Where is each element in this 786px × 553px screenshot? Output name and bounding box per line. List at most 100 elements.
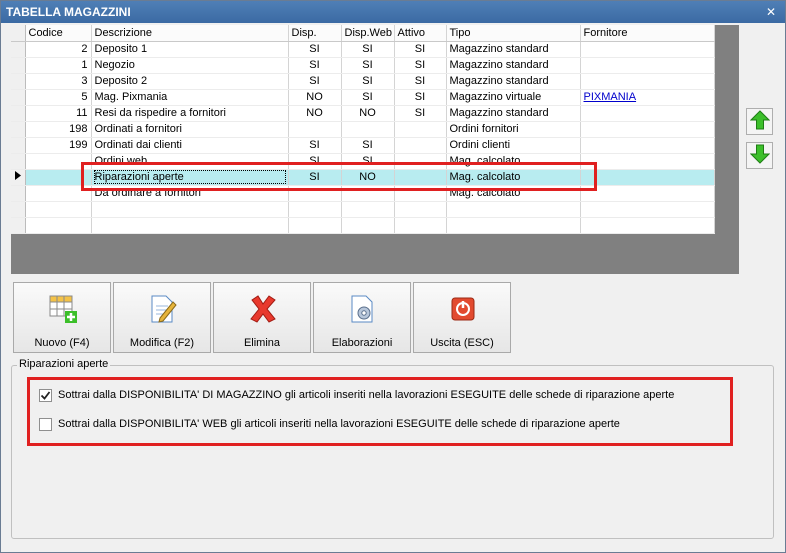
cell-disp-web[interactable]: SI (341, 57, 395, 74)
row-indicator[interactable] (11, 121, 26, 138)
cell-attivo[interactable] (394, 121, 447, 138)
cell-disp[interactable]: SI (288, 73, 342, 90)
cell-disp-web[interactable]: SI (341, 153, 395, 170)
cell-descrizione[interactable]: Deposito 2 (91, 73, 289, 90)
table-row[interactable]: 3 Deposito 2 SI SI SI Magazzino standard (11, 73, 715, 90)
fornitore-link[interactable]: PIXMANIA (584, 91, 637, 103)
cell-codice[interactable]: 1 (25, 57, 92, 74)
cell-disp-web[interactable]: SI (341, 73, 395, 90)
cell-disp[interactable]: SI (288, 169, 342, 186)
option-disponibilita-web[interactable]: Sottrai dalla DISPONIBILITA' WEB gli art… (39, 416, 620, 432)
checkbox-disponibilita-web[interactable] (39, 417, 52, 431)
cell-disp[interactable]: SI (288, 153, 342, 170)
cell-disp-web[interactable]: SI (341, 89, 395, 106)
cell-disp-web[interactable]: SI (341, 41, 395, 58)
cell-attivo[interactable]: SI (394, 57, 447, 74)
move-up-button[interactable] (746, 108, 773, 135)
cell-tipo[interactable]: Ordini clienti (446, 137, 581, 154)
cell-fornitore[interactable]: PIXMANIA (580, 89, 715, 106)
cell-tipo[interactable]: Ordini fornitori (446, 121, 581, 138)
cell-tipo[interactable]: Mag. calcolato (446, 185, 581, 202)
cell-descrizione[interactable]: Deposito 1 (91, 41, 289, 58)
cell-fornitore[interactable] (580, 201, 715, 218)
table-row[interactable]: 5 Mag. Pixmania NO SI SI Magazzino virtu… (11, 89, 715, 106)
cell-attivo[interactable] (394, 201, 447, 218)
cell-disp-web[interactable] (341, 185, 395, 202)
column-header-disp[interactable]: Disp. (288, 25, 342, 42)
exit-button[interactable]: Uscita (ESC) (413, 282, 511, 353)
column-header-fornitore[interactable]: Fornitore (580, 25, 715, 42)
cell-codice[interactable] (25, 201, 92, 218)
table-row[interactable]: Da ordinare a fornitori Mag. calcolato (11, 185, 715, 202)
cell-codice[interactable]: 3 (25, 73, 92, 90)
cell-tipo[interactable] (446, 217, 581, 234)
row-indicator[interactable] (11, 153, 26, 170)
cell-attivo[interactable] (394, 153, 447, 170)
table-row[interactable] (11, 201, 715, 218)
cell-attivo[interactable] (394, 185, 447, 202)
cell-fornitore[interactable] (580, 57, 715, 74)
cell-descrizione[interactable]: Ordinati a fornitori (91, 121, 289, 138)
cell-disp-web[interactable] (341, 217, 395, 234)
row-indicator[interactable] (11, 57, 26, 74)
cell-descrizione[interactable]: Resi da rispedire a fornitori (91, 105, 289, 122)
cell-disp[interactable]: NO (288, 105, 342, 122)
cell-tipo[interactable]: Magazzino standard (446, 105, 581, 122)
row-indicator[interactable] (11, 185, 26, 202)
cell-attivo[interactable]: SI (394, 105, 447, 122)
option-label[interactable]: Sottrai dalla DISPONIBILITA' DI MAGAZZIN… (58, 389, 674, 401)
edit-button[interactable]: Modifica (F2) (113, 282, 211, 353)
table-row[interactable]: Ordini web SI SI Mag. calcolato (11, 153, 715, 170)
row-indicator[interactable] (11, 105, 26, 122)
cell-disp[interactable] (288, 201, 342, 218)
cell-descrizione[interactable] (91, 217, 289, 234)
delete-button[interactable]: Elimina (213, 282, 311, 353)
cell-disp[interactable]: SI (288, 57, 342, 74)
cell-attivo[interactable]: SI (394, 89, 447, 106)
table-row-selected[interactable]: Riparazioni aperte SI NO Mag. calcolato (11, 169, 715, 186)
process-button[interactable]: Elaborazioni (313, 282, 411, 353)
column-header-codice[interactable]: Codice (25, 25, 92, 42)
cell-attivo[interactable] (394, 137, 447, 154)
cell-fornitore[interactable] (580, 105, 715, 122)
table-row[interactable]: 11 Resi da rispedire a fornitori NO NO S… (11, 105, 715, 122)
row-indicator[interactable] (11, 137, 26, 154)
cell-tipo[interactable]: Magazzino virtuale (446, 89, 581, 106)
cell-tipo[interactable]: Magazzino standard (446, 73, 581, 90)
close-icon[interactable]: ✕ (763, 1, 779, 23)
cell-fornitore[interactable] (580, 185, 715, 202)
cell-descrizione[interactable]: Ordinati dai clienti (91, 137, 289, 154)
checkbox-disponibilita-magazzino[interactable] (39, 388, 52, 402)
cell-codice[interactable] (25, 169, 92, 186)
cell-descrizione[interactable]: Ordini web (91, 153, 289, 170)
move-down-button[interactable] (746, 142, 773, 169)
cell-codice[interactable] (25, 153, 92, 170)
cell-disp[interactable]: NO (288, 89, 342, 106)
cell-codice[interactable]: 11 (25, 105, 92, 122)
cell-tipo[interactable]: Magazzino standard (446, 41, 581, 58)
row-indicator[interactable] (11, 41, 26, 58)
cell-attivo[interactable] (394, 169, 447, 186)
cell-descrizione[interactable]: Mag. Pixmania (91, 89, 289, 106)
cell-tipo[interactable]: Mag. calcolato (446, 169, 581, 186)
cell-attivo[interactable] (394, 217, 447, 234)
column-header-attivo[interactable]: Attivo (394, 25, 447, 42)
table-row[interactable]: 199 Ordinati dai clienti SI SI Ordini cl… (11, 137, 715, 154)
cell-disp[interactable] (288, 185, 342, 202)
cell-codice[interactable]: 5 (25, 89, 92, 106)
cell-fornitore[interactable] (580, 137, 715, 154)
cell-codice[interactable] (25, 217, 92, 234)
new-button[interactable]: Nuovo (F4) (13, 282, 111, 353)
cell-disp[interactable]: SI (288, 137, 342, 154)
table-row[interactable]: 1 Negozio SI SI SI Magazzino standard (11, 57, 715, 74)
cell-disp-web[interactable]: NO (341, 105, 395, 122)
cell-tipo[interactable] (446, 201, 581, 218)
option-label[interactable]: Sottrai dalla DISPONIBILITA' WEB gli art… (58, 418, 620, 430)
cell-fornitore[interactable] (580, 169, 715, 186)
cell-disp-web[interactable]: SI (341, 137, 395, 154)
row-indicator[interactable] (11, 201, 26, 218)
cell-descrizione[interactable]: Da ordinare a fornitori (91, 185, 289, 202)
cell-codice[interactable]: 198 (25, 121, 92, 138)
cell-fornitore[interactable] (580, 121, 715, 138)
table-row[interactable] (11, 217, 715, 234)
